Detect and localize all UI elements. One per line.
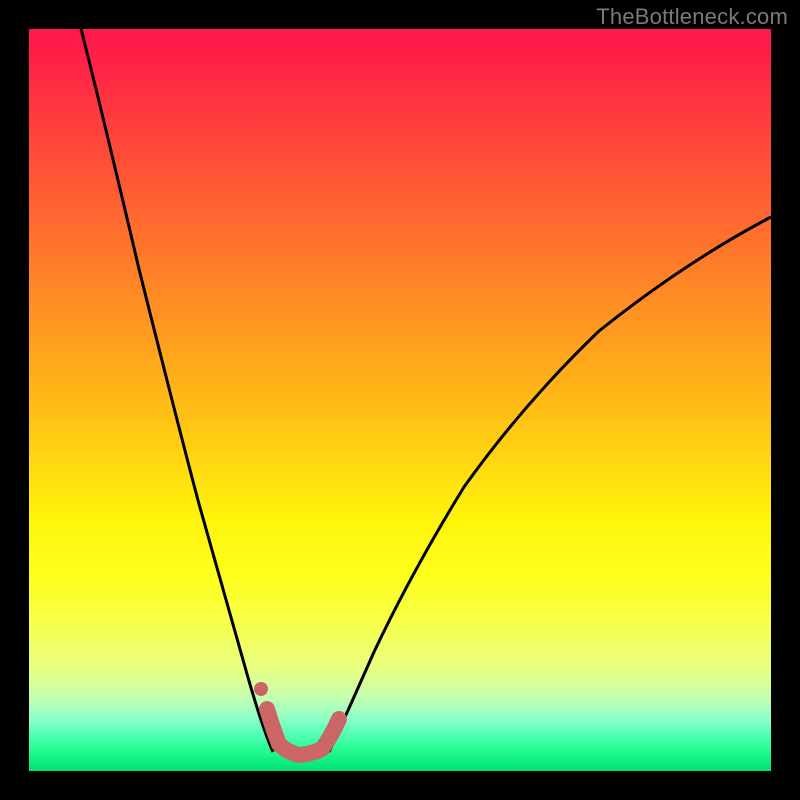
left-curve-line	[81, 29, 273, 752]
trough-dot-marker	[254, 682, 268, 696]
right-curve-line	[329, 217, 771, 752]
chart-svg	[29, 29, 771, 771]
trough-highlight-line	[267, 709, 339, 755]
watermark-text: TheBottleneck.com	[596, 4, 788, 30]
chart-plot-area	[29, 29, 771, 771]
